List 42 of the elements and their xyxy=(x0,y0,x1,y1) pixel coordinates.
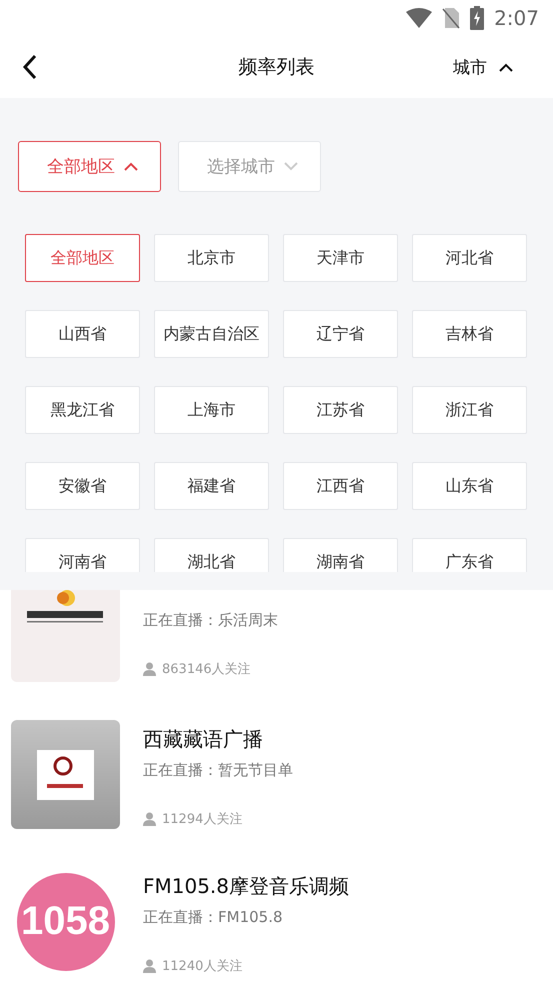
region-option[interactable]: 安徽省 xyxy=(25,462,140,510)
region-option[interactable]: 河南省 xyxy=(25,538,140,572)
now-playing: 正在直播：乐活周末 xyxy=(143,611,278,630)
person-icon xyxy=(143,662,156,676)
region-option[interactable]: 福建省 xyxy=(154,462,269,510)
region-option[interactable]: 全部地区 xyxy=(25,234,140,282)
region-option[interactable]: 山东省 xyxy=(412,462,527,510)
chevron-icon xyxy=(124,162,138,171)
status-time: 2:07 xyxy=(494,6,539,30)
region-option[interactable]: 江苏省 xyxy=(283,386,398,434)
now-playing: 正在直播：FM105.8 xyxy=(143,908,284,927)
station-title: 西藏藏语广播 xyxy=(143,726,264,753)
chevron-icon xyxy=(284,162,298,171)
now-playing: 正在直播：暂无节目单 xyxy=(143,761,293,780)
station-title: FM105.8摩登音乐调频 xyxy=(143,873,350,900)
filter-dropdown[interactable]: 全部地区 xyxy=(18,141,161,192)
region-option[interactable]: 黑龙江省 xyxy=(25,386,140,434)
region-option[interactable]: 湖南省 xyxy=(283,538,398,572)
region-option[interactable]: 广东省 xyxy=(412,538,527,572)
station-logo: 1058 xyxy=(16,872,114,970)
battery-icon xyxy=(470,6,484,30)
region-option[interactable]: 湖北省 xyxy=(154,538,269,572)
person-icon xyxy=(143,812,156,826)
no-sim-icon xyxy=(442,7,460,29)
region-option[interactable]: 天津市 xyxy=(283,234,398,282)
region-option[interactable]: 北京市 xyxy=(154,234,269,282)
wifi-icon xyxy=(406,8,432,28)
follower-count: 863146人关注 xyxy=(162,661,251,678)
region-option[interactable]: 上海市 xyxy=(154,386,269,434)
follower-count: 11240人关注 xyxy=(162,958,242,975)
region-option[interactable]: 河北省 xyxy=(412,234,527,282)
follower-count: 11294人关注 xyxy=(162,811,242,828)
page-title: 频率列表 xyxy=(238,56,314,78)
chevron-icon xyxy=(499,62,513,72)
person-icon xyxy=(143,959,156,973)
region-option[interactable]: 内蒙古自治区 xyxy=(154,310,269,358)
region-option[interactable]: 江西省 xyxy=(283,462,398,510)
region-option[interactable]: 吉林省 xyxy=(412,310,527,358)
region-option[interactable]: 辽宁省 xyxy=(283,310,398,358)
city-dropdown[interactable]: 城市 xyxy=(449,52,535,82)
region-option[interactable]: 山西省 xyxy=(25,310,140,358)
region-option[interactable]: 浙江省 xyxy=(412,386,527,434)
